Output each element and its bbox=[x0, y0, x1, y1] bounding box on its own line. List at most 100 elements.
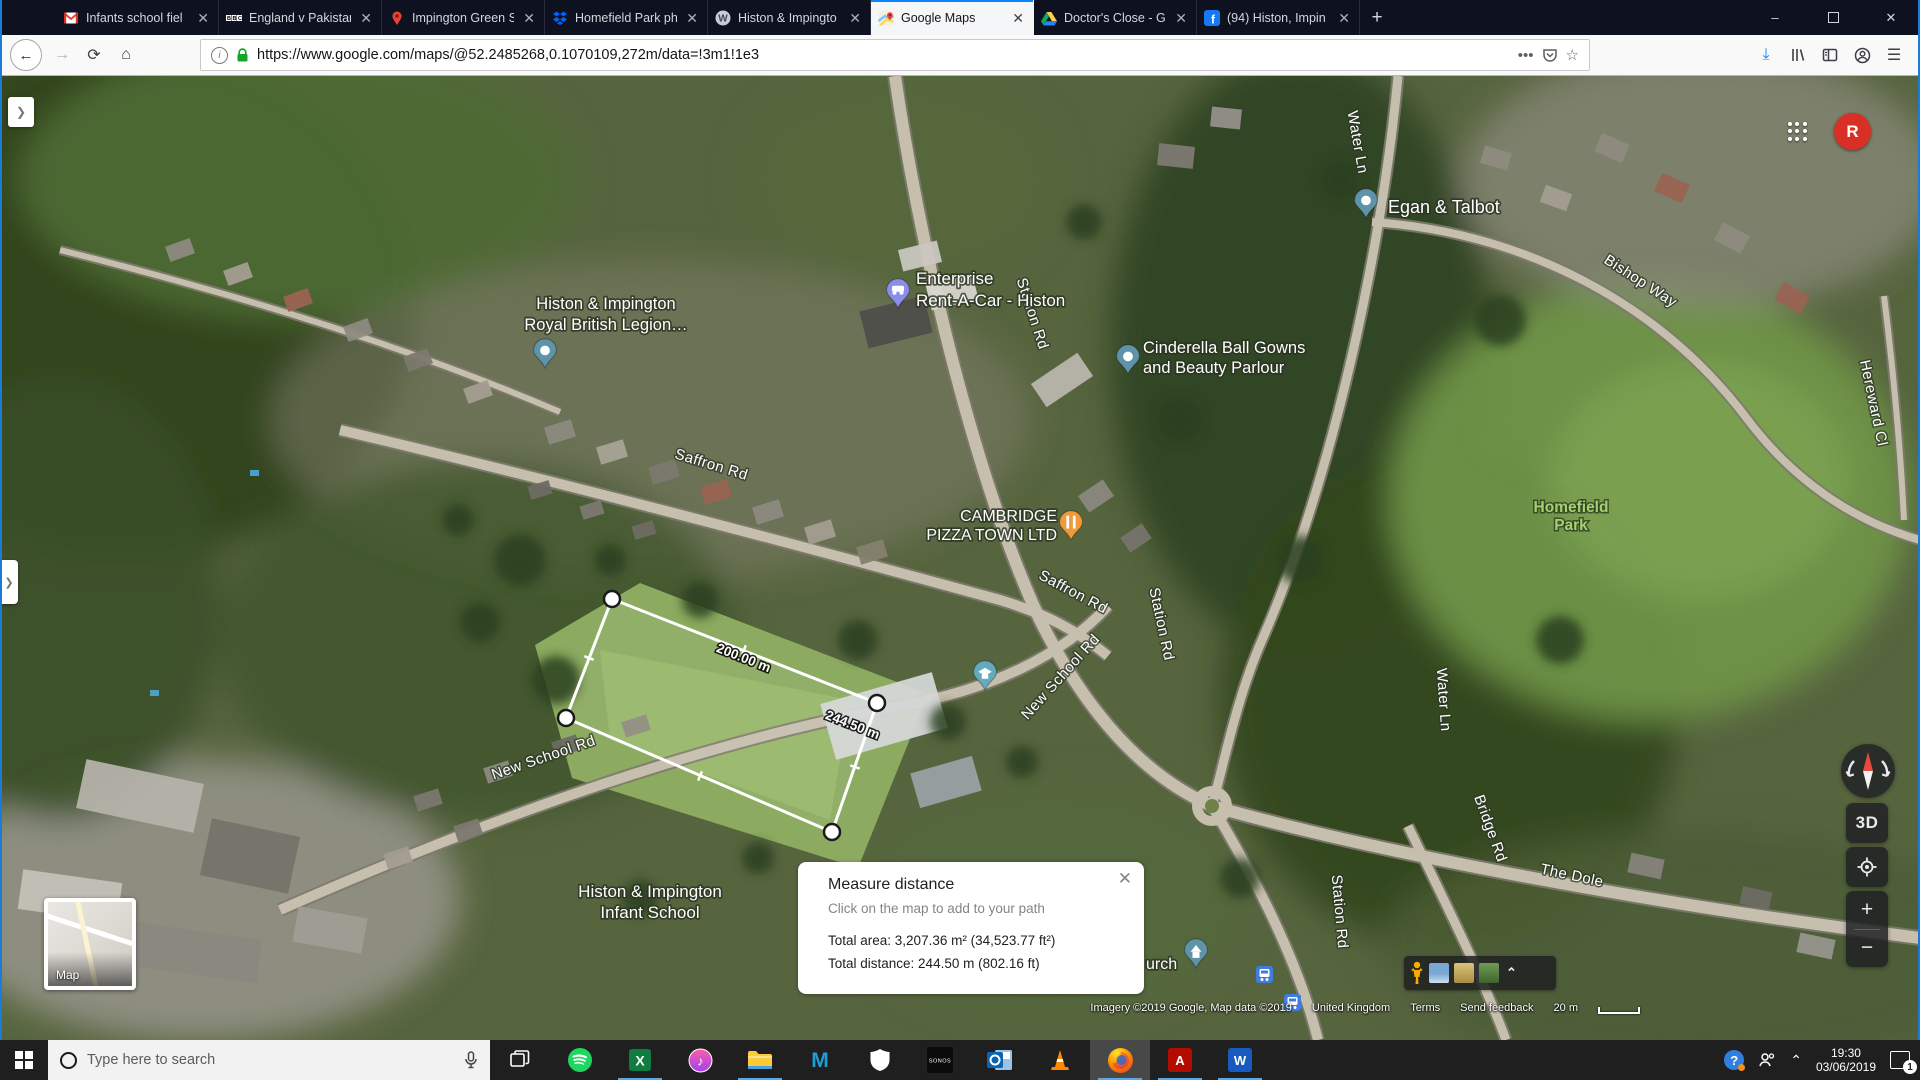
poi-label[interactable]: Royal British Legion… bbox=[524, 316, 687, 334]
transit-stop-icon[interactable] bbox=[1256, 966, 1273, 983]
tab-histon-impingto[interactable]: WHiston & Impingto✕ bbox=[708, 0, 871, 35]
taskbar-acrobat-icon[interactable]: A bbox=[1150, 1040, 1210, 1080]
tab-impington-green-s[interactable]: Impington Green S✕ bbox=[382, 0, 545, 35]
collapse-chevron-icon[interactable]: ⌃ bbox=[1506, 965, 1517, 981]
maximize-button[interactable] bbox=[1804, 0, 1862, 35]
poi-label[interactable]: PIZZA TOWN LTD bbox=[926, 527, 1057, 544]
side-panel-toggle-secondary[interactable]: ❯ bbox=[0, 560, 18, 604]
svg-text:M: M bbox=[811, 1049, 829, 1072]
taskbar-excel-icon[interactable]: X bbox=[610, 1040, 670, 1080]
tab-strip: Infants school fiel✕BBCEngland v Pakista… bbox=[56, 0, 1360, 35]
get-help-tray-icon[interactable]: ? bbox=[1724, 1050, 1744, 1070]
imagery-thumbnail[interactable] bbox=[1429, 963, 1449, 983]
poi-label[interactable]: Cinderella Ball Gowns bbox=[1143, 339, 1305, 357]
new-tab-button[interactable]: + bbox=[1360, 0, 1394, 35]
microphone-icon[interactable] bbox=[464, 1051, 478, 1069]
3d-view-button[interactable]: 3D bbox=[1846, 803, 1888, 843]
poi-label[interactable]: and Beauty Parlour bbox=[1143, 359, 1285, 377]
minimize-button[interactable]: – bbox=[1746, 0, 1804, 35]
taskbar-firefox-icon[interactable] bbox=[1090, 1040, 1150, 1080]
taskbar-sonos-icon[interactable]: SONOS bbox=[910, 1040, 970, 1080]
sidebar-toggle-icon[interactable] bbox=[1814, 39, 1846, 71]
pocket-icon[interactable] bbox=[1542, 47, 1558, 63]
home-button[interactable]: ⌂ bbox=[110, 39, 142, 71]
menu-hamburger-icon[interactable]: ☰ bbox=[1878, 39, 1910, 71]
url-bar[interactable]: i https://www.google.com/maps/@52.248526… bbox=[200, 39, 1590, 71]
google-apps-grid-icon[interactable] bbox=[1788, 122, 1807, 141]
poi-label[interactable]: urch bbox=[1146, 956, 1177, 973]
cortana-icon bbox=[60, 1052, 77, 1069]
people-tray-icon[interactable] bbox=[1758, 1052, 1776, 1068]
tab-close-icon[interactable]: ✕ bbox=[358, 11, 374, 25]
close-window-button[interactable]: ✕ bbox=[1862, 0, 1920, 35]
tab-homefield-park-ph[interactable]: Homefield Park ph ✕ bbox=[545, 0, 708, 35]
send-feedback-link[interactable]: Send feedback bbox=[1460, 1002, 1533, 1014]
side-panel-toggle[interactable]: ❯ bbox=[8, 97, 34, 127]
taskbar-spotify-icon[interactable] bbox=[550, 1040, 610, 1080]
zoom-out-button[interactable]: − bbox=[1846, 930, 1888, 968]
tab-close-icon[interactable]: ✕ bbox=[521, 11, 537, 25]
page-info-icon[interactable]: i bbox=[211, 47, 228, 64]
tab-title: Infants school fiel bbox=[86, 11, 188, 25]
scale-label: 20 m bbox=[1554, 1002, 1578, 1014]
taskbar-search-box[interactable]: Type here to search bbox=[48, 1040, 490, 1080]
forward-button[interactable]: → bbox=[46, 39, 78, 71]
poi-label[interactable]: Rent-A-Car - Histon bbox=[916, 291, 1065, 310]
taskbar-word-icon[interactable]: W bbox=[1210, 1040, 1270, 1080]
my-location-button[interactable] bbox=[1846, 847, 1888, 887]
measure-vertex[interactable] bbox=[558, 710, 574, 726]
start-button[interactable] bbox=[0, 1040, 48, 1080]
taskbar-itunes-icon[interactable]: ♪ bbox=[670, 1040, 730, 1080]
account-avatar[interactable]: R bbox=[1834, 113, 1871, 150]
tab-close-icon[interactable]: ✕ bbox=[1010, 11, 1026, 25]
bookmark-star-icon[interactable]: ☆ bbox=[1566, 46, 1579, 64]
tab-title: Homefield Park ph bbox=[575, 11, 677, 25]
drive-favicon bbox=[1041, 10, 1057, 26]
tab-google-maps[interactable]: Google Maps✕ bbox=[871, 0, 1034, 35]
taskbar-vlc-icon[interactable] bbox=[1030, 1040, 1090, 1080]
poi-label[interactable]: Histon & Impington bbox=[536, 295, 675, 313]
facebook-favicon: f bbox=[1204, 10, 1220, 26]
measure-vertex[interactable] bbox=[604, 591, 620, 607]
poi-label[interactable]: Infant School bbox=[600, 903, 699, 922]
close-measure-panel-icon[interactable]: ✕ bbox=[1118, 870, 1132, 887]
map-mode-toggle[interactable]: Map bbox=[44, 898, 136, 990]
measure-panel-hint: Click on the map to add to your path bbox=[828, 901, 1126, 916]
imagery-thumbnail[interactable] bbox=[1454, 963, 1474, 983]
taskbar-defender-icon[interactable] bbox=[850, 1040, 910, 1080]
tab-close-icon[interactable]: ✕ bbox=[847, 11, 863, 25]
tab-close-icon[interactable]: ✕ bbox=[1336, 11, 1352, 25]
back-button[interactable]: ← bbox=[10, 39, 42, 71]
hidden-icons-chevron[interactable]: ⌃ bbox=[1790, 1052, 1802, 1069]
measure-vertex[interactable] bbox=[869, 695, 885, 711]
tab-doctor-s-close-g[interactable]: Doctor's Close - G✕ bbox=[1034, 0, 1197, 35]
poi-label[interactable]: Histon & Impington bbox=[578, 882, 722, 901]
poi-label[interactable]: Enterprise bbox=[916, 269, 993, 288]
taskbar-task-view-icon[interactable] bbox=[490, 1040, 550, 1080]
taskbar-clock[interactable]: 19:30 03/06/2019 bbox=[1816, 1046, 1876, 1074]
tab-close-icon[interactable]: ✕ bbox=[1173, 11, 1189, 25]
library-icon[interactable] bbox=[1782, 39, 1814, 71]
tab-england-v-pakistan[interactable]: BBCEngland v Pakistan✕ bbox=[219, 0, 382, 35]
url-text[interactable]: https://www.google.com/maps/@52.2485268,… bbox=[257, 47, 1510, 63]
poi-label[interactable]: CAMBRIDGE bbox=[960, 508, 1057, 525]
reload-button[interactable]: ⟳ bbox=[78, 39, 110, 71]
measure-vertex[interactable] bbox=[824, 824, 840, 840]
imagery-thumbnail[interactable] bbox=[1479, 963, 1499, 983]
account-icon[interactable] bbox=[1846, 39, 1878, 71]
poi-label[interactable]: Egan & Talbot bbox=[1388, 197, 1500, 217]
terms-link[interactable]: Terms bbox=[1410, 1002, 1440, 1014]
tab-close-icon[interactable]: ✕ bbox=[684, 11, 700, 25]
tab-94-histon-impin[interactable]: f(94) Histon, Impin✕ bbox=[1197, 0, 1360, 35]
tab-close-icon[interactable]: ✕ bbox=[195, 11, 211, 25]
taskbar-file-explorer-icon[interactable] bbox=[730, 1040, 790, 1080]
zoom-in-button[interactable]: + bbox=[1846, 891, 1888, 929]
page-actions-icon[interactable]: ••• bbox=[1518, 47, 1534, 64]
taskbar-outlook-icon[interactable] bbox=[970, 1040, 1030, 1080]
tab-infants-school-fiel[interactable]: Infants school fiel ✕ bbox=[56, 0, 219, 35]
downloads-icon[interactable]: ⤓ bbox=[1750, 39, 1782, 71]
compass-control[interactable] bbox=[1841, 744, 1895, 798]
action-center-icon[interactable]: 1 bbox=[1890, 1051, 1910, 1069]
taskbar-malwarebytes-icon[interactable]: M bbox=[790, 1040, 850, 1080]
pegman-icon[interactable] bbox=[1410, 961, 1424, 985]
